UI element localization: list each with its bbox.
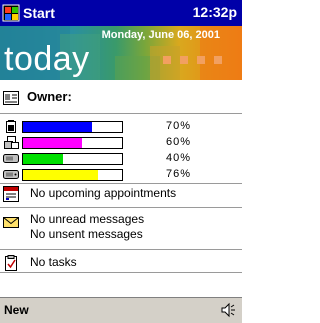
main-memory-icon xyxy=(3,154,19,163)
divider xyxy=(0,272,242,273)
start-label: Start xyxy=(23,5,55,21)
owner-card-icon xyxy=(3,91,19,105)
storage-card-bar-fill xyxy=(23,170,99,180)
new-button[interactable]: New xyxy=(4,303,29,317)
windows-flag-icon xyxy=(2,4,20,22)
banner-today-title: today xyxy=(4,40,90,78)
main-memory-bar-fill xyxy=(23,154,63,164)
banner-square-2 xyxy=(180,56,188,64)
calendar-text: No upcoming appointments xyxy=(30,186,177,200)
divider xyxy=(0,113,242,114)
tasks-clipboard-icon xyxy=(5,255,17,271)
inbox-unsent-text: No unsent messages xyxy=(30,227,143,241)
backup-battery-icon xyxy=(4,136,19,149)
speaker-icon[interactable] xyxy=(220,302,236,318)
tasks-text: No tasks xyxy=(30,255,77,269)
start-button[interactable]: Start xyxy=(2,2,55,24)
storage-card-bar xyxy=(22,169,123,181)
main-memory-percent: 40% xyxy=(166,152,192,164)
title-bar: Start 12:32p xyxy=(0,0,242,26)
banner-square-4 xyxy=(214,56,222,64)
battery-percent: 70% xyxy=(166,120,192,132)
today-banner: Monday, June 06, 2001 today xyxy=(0,26,242,80)
backup-battery-bar xyxy=(22,137,123,149)
battery-bar xyxy=(22,121,123,133)
divider xyxy=(0,249,242,250)
battery-bar-fill xyxy=(23,122,93,132)
inbox-unread-text: No unread messages xyxy=(30,212,145,226)
command-bar: New xyxy=(0,297,242,323)
battery-icon xyxy=(6,120,16,133)
divider xyxy=(0,183,242,184)
backup-battery-percent: 60% xyxy=(166,136,192,148)
clock[interactable]: 12:32p xyxy=(193,4,237,20)
envelope-icon xyxy=(3,217,19,228)
banner-square-3 xyxy=(197,56,205,64)
banner-date[interactable]: Monday, June 06, 2001 xyxy=(102,29,220,41)
banner-square-1 xyxy=(163,56,171,64)
divider xyxy=(0,207,242,208)
storage-card-icon xyxy=(3,170,19,179)
backup-battery-bar-fill xyxy=(23,138,83,148)
owner-label: Owner: xyxy=(27,89,72,104)
main-memory-bar xyxy=(22,153,123,165)
storage-card-percent: 76% xyxy=(166,168,192,180)
calendar-icon xyxy=(3,186,19,202)
